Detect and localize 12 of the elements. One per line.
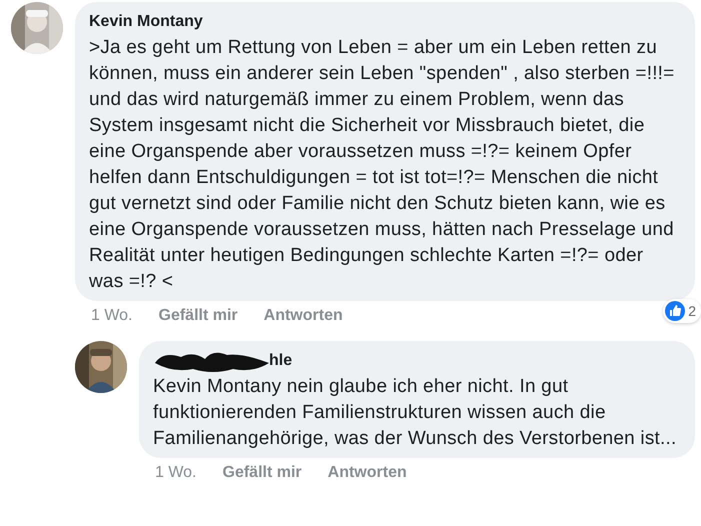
comment-text: Kevin Montany nein glaube ich eher nicht. In gut funktionierenden Familienstrukturen wissen auch die Familienangehörige, was der Wunsch des Verstorbenen ist...	[153, 375, 678, 451]
author-name[interactable]: hle	[269, 352, 292, 370]
timestamp: 1 Wo.	[91, 307, 132, 325]
thumbs-up-icon	[665, 301, 686, 321]
like-link[interactable]: Gefällt mir	[222, 464, 302, 482]
reaction-count[interactable]: 2	[663, 299, 701, 323]
like-link[interactable]: Gefällt mir	[158, 307, 238, 325]
comment-text: >Ja es geht um Rettung von Leben = aber um ein Leben retten zu können, muss ein anderer sein Leben "spenden" , also sterben =!!!= und das wird naturgemäß immer zu einem Problem, wenn das System insgesamt nicht die Sicherheit vor Missbrauch bietet, die eine Organspende aber voraussetzen muss =!?= keinem Opfer helfen dann Entschuldigungen = tot ist tot=!?= Menschen die nicht gut vernetzt sind oder Familie nicht den Schutz bieten kann, wie es eine Organspende voraussetzen muss, hätten nach Presselage und Realität unter heutigen Bedingungen schlechte Karten =!?= oder was =!? <	[89, 36, 676, 294]
author-name[interactable]: Kevin Montany	[89, 13, 203, 31]
reply-link[interactable]: Antworten	[328, 464, 407, 482]
reply-link[interactable]: Antworten	[264, 307, 343, 325]
timestamp: 1 Wo.	[155, 464, 196, 482]
